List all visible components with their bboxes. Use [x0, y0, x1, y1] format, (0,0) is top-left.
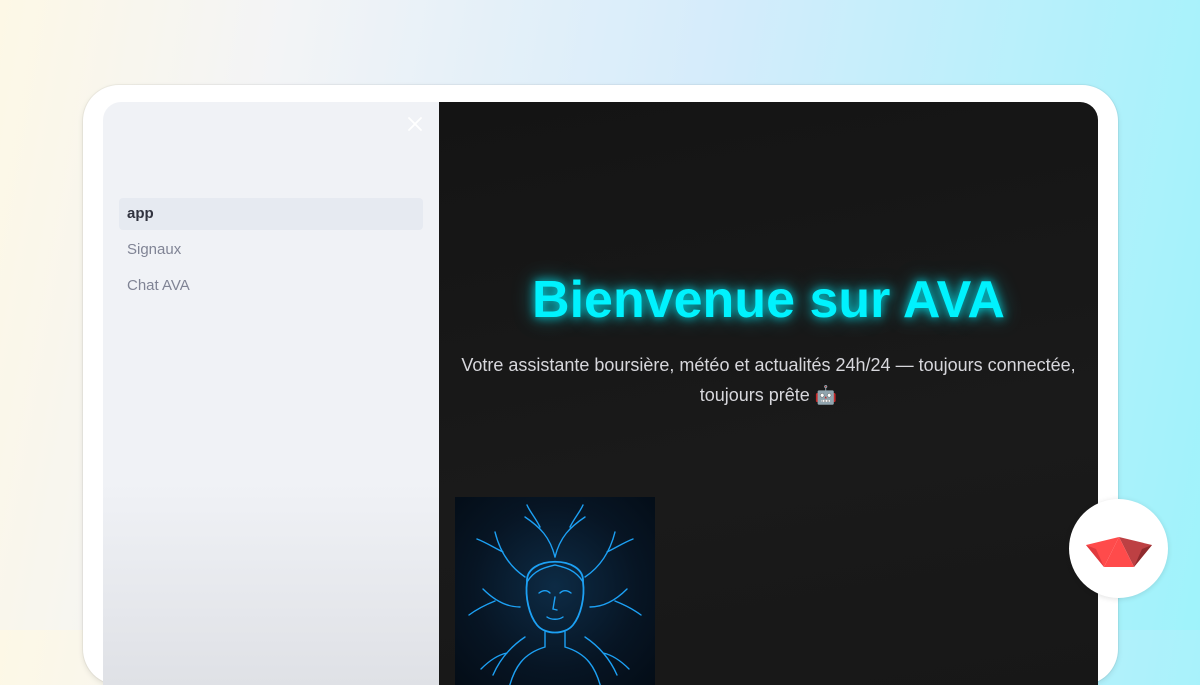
device-frame: app Signaux Chat AVA Bienvenue sur AVA V… — [83, 85, 1118, 685]
page-title: Bienvenue sur AVA — [532, 271, 1005, 329]
app-screen: app Signaux Chat AVA Bienvenue sur AVA V… — [103, 102, 1098, 685]
close-icon — [408, 117, 422, 131]
streamlit-badge[interactable] — [1069, 499, 1168, 598]
streamlit-crown-logo-icon — [1085, 536, 1152, 567]
sidebar-item-app[interactable]: app — [119, 198, 423, 230]
sidebar-item-signaux[interactable]: Signaux — [119, 234, 423, 266]
sidebar: app Signaux Chat AVA — [103, 102, 439, 685]
sidebar-close-button[interactable] — [403, 112, 427, 136]
ai-face-illustration-icon — [468, 504, 642, 685]
sidebar-item-chat-ava[interactable]: Chat AVA — [119, 270, 423, 302]
subtitle-line-2: toujours prête 🤖 — [699, 385, 838, 405]
main-content: Bienvenue sur AVA Votre assistante bours… — [439, 102, 1098, 685]
subtitle-line-1: Votre assistante boursière, météo et act… — [461, 355, 1076, 375]
page-subtitle: Votre assistante boursière, météo et act… — [455, 350, 1082, 410]
ai-avatar-image — [455, 497, 655, 685]
sidebar-nav: app Signaux Chat AVA — [119, 198, 423, 306]
